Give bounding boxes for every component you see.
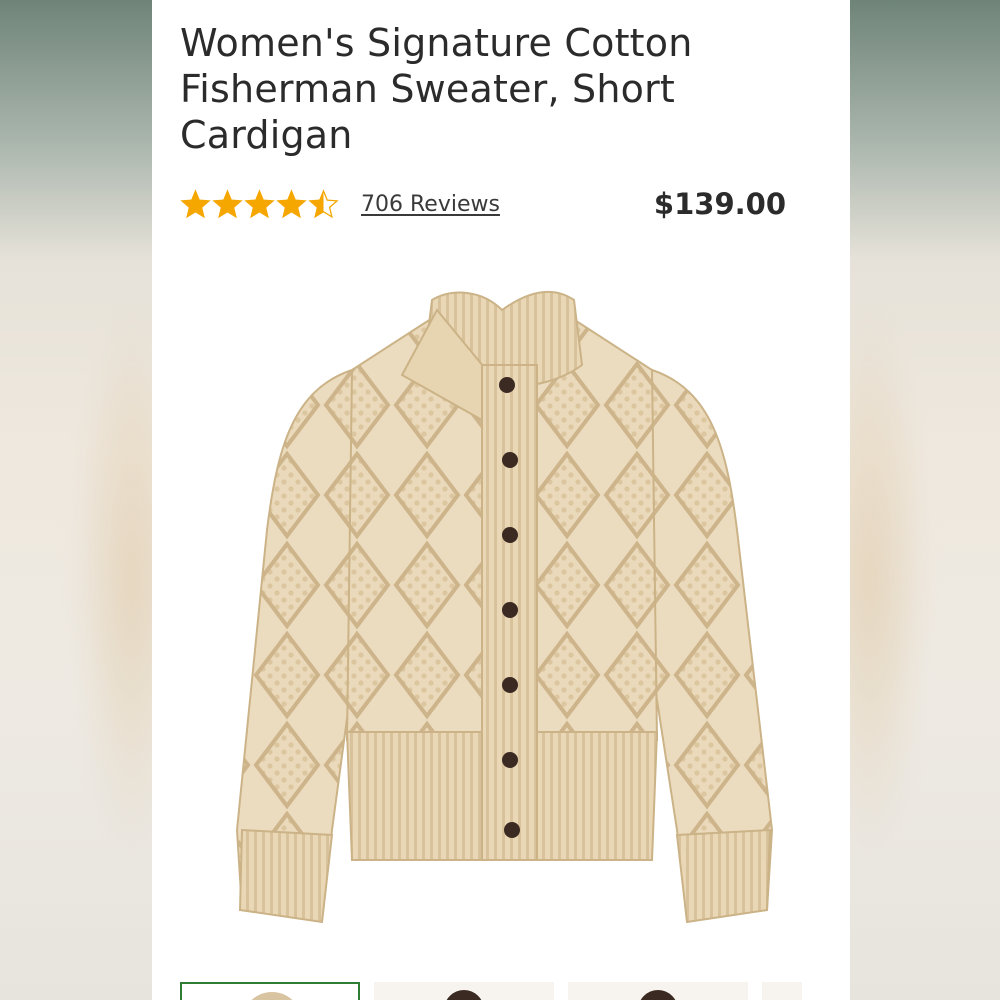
thumbnail-4[interactable] (762, 982, 802, 1000)
star-full-icon (212, 188, 243, 218)
thumbnail-1[interactable] (180, 982, 360, 1000)
star-rating[interactable] (180, 188, 339, 220)
product-title: Women's Signature Cotton Fisherman Sweat… (180, 21, 693, 157)
blurred-background-right (850, 0, 1000, 1000)
thumbnail-2[interactable] (374, 982, 554, 1000)
blurred-background-left (0, 0, 152, 1000)
thumbnail-strip (180, 982, 850, 1000)
star-full-icon (276, 188, 307, 218)
product-image[interactable] (182, 270, 822, 970)
thumbnail-3[interactable] (568, 982, 748, 1000)
product-price: $139.00 (653, 187, 786, 221)
product-page: Women's Signature Cotton Fisherman Sweat… (152, 0, 850, 1000)
star-full-icon (244, 188, 275, 218)
star-full-icon (180, 188, 211, 218)
star-half-icon (308, 188, 339, 218)
rating-price-row: 706 Reviews $139.00 (180, 182, 786, 226)
reviews-link[interactable]: 706 Reviews (361, 192, 500, 217)
